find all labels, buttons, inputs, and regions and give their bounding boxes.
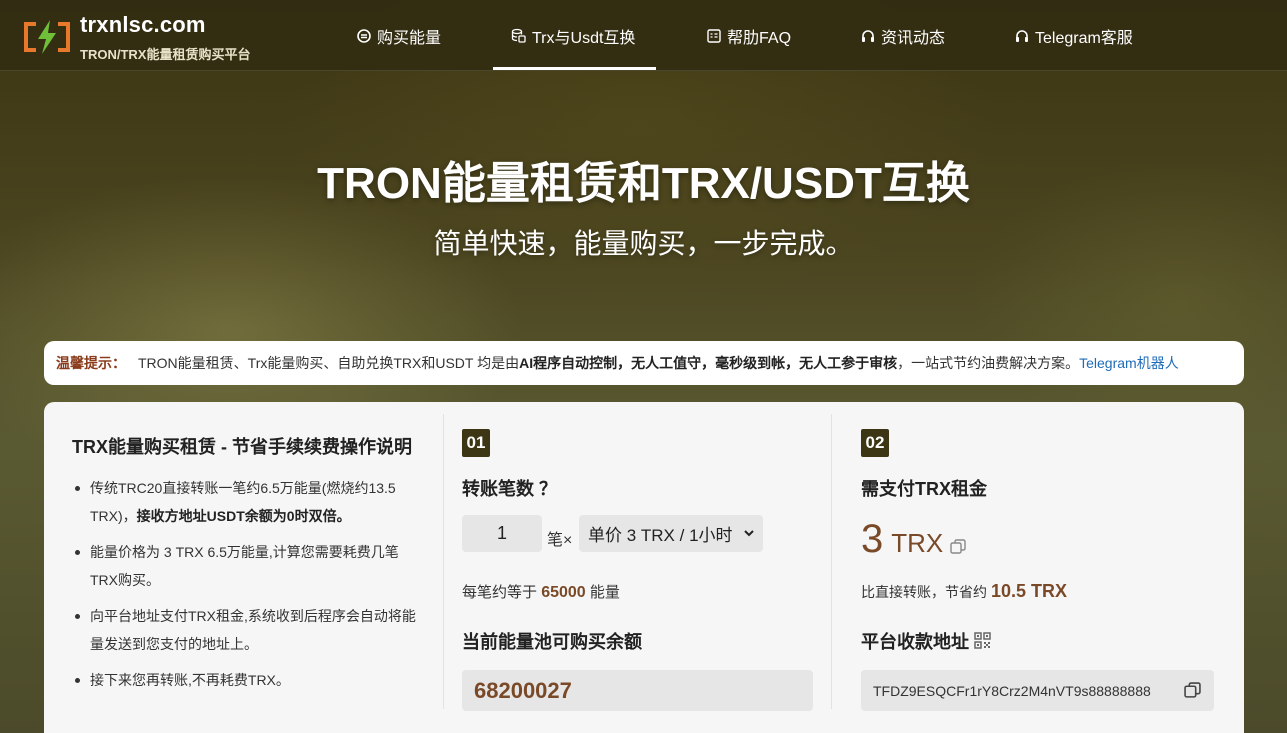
platform-address-field[interactable]: TFDZ9ESQCFr1rY8Crz2M4nVT9s88888888 <box>861 670 1214 711</box>
hero-title: TRON能量租赁和TRX/USDT互换 <box>317 159 970 208</box>
nav-label: 购买能量 <box>377 29 442 47</box>
nav-active-indicator <box>493 67 656 70</box>
rent-amount-value: 3 <box>861 517 884 561</box>
transfer-count-title: 转账笔数 ？ <box>462 479 558 499</box>
price-select[interactable]: 单价 3 TRX / 1小时 <box>579 515 763 552</box>
notice-label: 温馨提示： <box>56 355 126 371</box>
column-divider <box>443 414 444 709</box>
copy-icon[interactable] <box>950 539 966 555</box>
notice-banner: 温馨提示： TRON能量租赁、Trx能量购买、自助兑换TRX和USDT 均是由 … <box>44 341 1244 385</box>
chevron-down-icon <box>744 530 754 537</box>
main-panel: TRX能量购买租赁 - 节省手续续费操作说明 传统TRC20直接转账一笔约6.5… <box>44 402 1244 733</box>
hero-subtitle: 简单快速，能量购买，一步完成。 <box>433 228 854 259</box>
pool-balance-value: 68200027 <box>462 670 813 711</box>
telegram-bot-link[interactable]: Telegram机器人 <box>1079 353 1179 373</box>
database-icon <box>511 28 526 43</box>
quantity-unit: 笔× <box>547 532 573 549</box>
top-navbar: trxnlsc.com TRON/TRX能量租赁购买平台 购买能量 Trx与Us… <box>0 0 1287 71</box>
list-item: 传统TRC20直接转账一笔约6.5万能量(燃烧约13.5 TRX)，接收方地址U… <box>72 474 422 530</box>
nav-buy-energy[interactable]: 购买能量 <box>357 0 441 71</box>
coin-icon <box>357 28 371 43</box>
nav-news[interactable]: 资讯动态 <box>861 0 945 71</box>
step-2-badge: 02 <box>861 429 889 457</box>
list-item: 能量价格为 3 TRX 6.5万能量,计算您需要耗费几笔TRX购买。 <box>72 538 422 594</box>
step-1-badge: 01 <box>462 429 490 457</box>
logo-icon[interactable] <box>22 18 72 56</box>
notice-bold-text: AI程序自动控制，无人工值守，毫秒级到帐，无人工参于审核 <box>519 355 898 371</box>
notice-text: TRON能量租赁、Trx能量购买、自助兑换TRX和USDT 均是由 <box>138 355 520 371</box>
per-transfer-energy: 每笔约等于 65000 能量 <box>462 584 620 601</box>
platform-address-value: TFDZ9ESQCFr1rY8Crz2M4nVT9s88888888 <box>873 682 1151 699</box>
copy-icon[interactable] <box>1184 682 1201 699</box>
list-item: 向平台地址支付TRX租金,系统收到后程序会自动将能量发送到您支付的地址上。 <box>72 602 422 658</box>
headset-icon <box>861 29 875 43</box>
savings-line: 比直接转账，节省约 10.5 TRX <box>861 581 1068 601</box>
nav-telegram-support[interactable]: Telegram客服 <box>1015 0 1133 71</box>
nav-faq[interactable]: 帮肋FAQ <box>707 0 791 71</box>
notice-text-end: ，一站式节约油费解决方案。 <box>897 355 1080 371</box>
column-divider <box>831 414 832 709</box>
headset-icon <box>1015 29 1029 43</box>
savings-value: 10.5 TRX <box>991 581 1068 601</box>
instructions-title: TRX能量购买租赁 - 节省手续续费操作说明 <box>72 437 412 457</box>
nav-label: Telegram客服 <box>1035 29 1133 47</box>
brand-title[interactable]: trxnlsc.com <box>80 12 206 38</box>
pool-balance-title: 当前能量池可购买余额 <box>462 632 642 652</box>
platform-address-title: 平台收款地址 <box>861 632 969 652</box>
nav-label: 资讯动态 <box>881 29 946 47</box>
rent-amount: 3 TRX <box>861 517 943 562</box>
price-select-value: 单价 3 TRX / 1小时 <box>588 526 733 545</box>
quantity-input[interactable] <box>462 515 542 552</box>
brand-subtitle: TRON/TRX能量租赁购买平台 <box>80 47 251 62</box>
list-item: 接下来您再转账,不再耗费TRX。 <box>72 666 422 694</box>
faq-card-icon <box>707 28 721 43</box>
nav-label: Trx与Usdt互换 <box>532 29 636 47</box>
instructions-list: 传统TRC20直接转账一笔约6.5万能量(燃烧约13.5 TRX)，接收方地址U… <box>72 474 422 702</box>
rent-currency: TRX <box>891 528 944 558</box>
nav-trx-usdt-swap[interactable]: Trx与Usdt互换 <box>511 0 635 71</box>
rent-payment-title: 需支付TRX租金 <box>861 479 987 499</box>
nav-label: 帮肋FAQ <box>727 29 792 47</box>
qr-code-icon[interactable] <box>974 632 991 649</box>
per-transfer-value: 65000 <box>541 584 586 601</box>
